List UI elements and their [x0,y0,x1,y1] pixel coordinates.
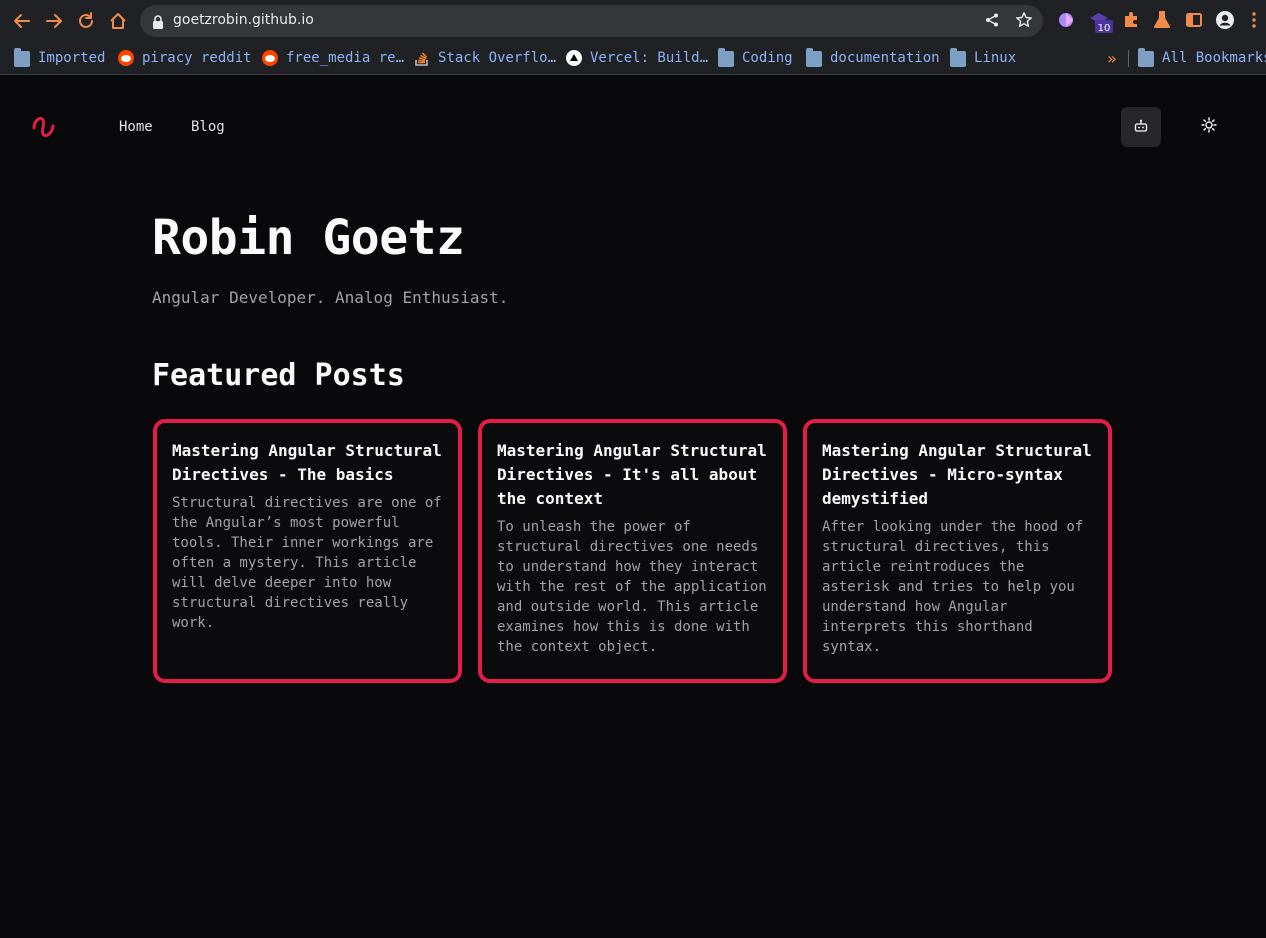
post-description: After looking under the hood of structur… [822,519,1084,655]
page-title: Robin Goetz [152,210,465,266]
lock-icon[interactable] [152,14,164,33]
page-subtitle: Angular Developer. Analog Enthusiast. [152,288,509,307]
bookmark-linux[interactable]: Linux [950,48,1016,68]
side-panel-icon[interactable] [1184,10,1204,30]
featured-posts-heading: Featured Posts [152,358,405,393]
bookmark-imported[interactable]: Imported [14,48,105,68]
back-arrow-icon[interactable] [11,10,33,32]
extensions-puzzle-icon[interactable] [1121,10,1141,30]
folder-icon [806,48,822,67]
labs-flask-icon[interactable] [1152,10,1172,30]
reload-icon[interactable] [75,10,97,32]
site-logo[interactable] [31,114,57,146]
bookmark-label: All Bookmarks [1162,50,1266,66]
bookmark-vercel[interactable]: Vercel: Build… [566,48,708,68]
bookmarks-overflow-button[interactable]: » [1107,48,1117,68]
all-bookmarks-folder[interactable]: All Bookmarks [1138,48,1266,68]
bookmarks-bar: Imported piracy reddit free_media re… St… [0,42,1266,75]
forward-arrow-icon[interactable] [43,10,65,32]
bookmark-label: Stack Overflo… [438,50,557,66]
extension-graduation-icon[interactable]: 10 [1089,10,1113,34]
reddit-icon [118,50,134,66]
stackoverflow-icon [414,50,430,66]
folder-icon [14,48,30,67]
bookmark-label: Vercel: Build… [590,50,709,66]
folder-icon [1138,48,1154,67]
post-title: Mastering Angular Structural Directives … [172,441,442,484]
bookmark-label: free_media re… [286,50,405,66]
bookmark-coding[interactable]: Coding [718,48,793,68]
bookmark-free-media[interactable]: free_media re… [262,48,404,68]
extension-drop-icon[interactable] [1056,10,1076,30]
post-card[interactable]: Mastering Angular Structural Directives … [478,419,787,683]
theme-toggle-button[interactable] [1189,107,1229,147]
post-description: Structural directives are one of the Ang… [172,495,442,631]
robot-button[interactable] [1121,107,1161,147]
bookmark-label: Linux [974,50,1017,66]
nav-blog-link[interactable]: Blog [191,119,225,135]
post-description: To unleash the power of structural direc… [497,519,767,655]
folder-icon [718,48,734,67]
bookmarks-divider [1128,50,1129,67]
bookmark-documentation[interactable]: documentation [806,48,940,68]
bookmark-star-icon[interactable] [1015,11,1033,33]
post-card[interactable]: Mastering Angular Structural Directives … [153,419,462,683]
bookmark-piracy-reddit[interactable]: piracy reddit [118,48,252,68]
url-text[interactable]: goetzrobin.github.io [173,12,314,28]
post-title: Mastering Angular Structural Directives … [497,441,767,508]
bookmark-stack-overflow[interactable]: Stack Overflo… [414,48,556,68]
profile-avatar-icon[interactable] [1215,10,1235,30]
home-icon[interactable] [107,10,129,32]
post-card[interactable]: Mastering Angular Structural Directives … [803,419,1112,683]
nav-home-link[interactable]: Home [119,119,153,135]
bookmark-label: documentation [830,50,940,66]
browser-toolbar: goetzrobin.github.io 10 [0,0,1266,42]
address-bar[interactable]: goetzrobin.github.io [140,5,1043,37]
bookmark-label: Imported [38,50,106,66]
sun-icon [1201,117,1217,137]
extension-badge-count: 10 [1098,23,1111,34]
vercel-icon [566,50,582,66]
post-title: Mastering Angular Structural Directives … [822,441,1092,508]
bookmark-label: piracy reddit [142,50,252,66]
bookmark-label: Coding [742,50,793,66]
share-icon[interactable] [984,12,1000,32]
reddit-icon [262,50,278,66]
browser-menu-icon[interactable] [1248,10,1260,30]
folder-icon [950,48,966,67]
robot-icon [1134,118,1148,137]
